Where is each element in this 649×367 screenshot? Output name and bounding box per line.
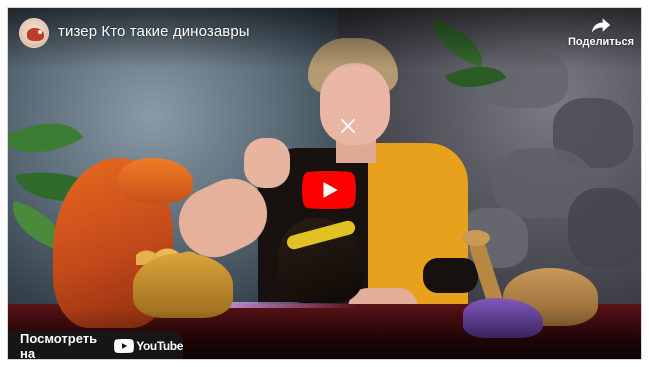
share-button[interactable]: Поделиться [566, 16, 636, 60]
video-title[interactable]: тизер Кто такие динозавры [58, 23, 250, 40]
youtube-logo: YouTube [114, 339, 183, 353]
youtube-wordmark: YouTube [136, 339, 183, 353]
watch-on-youtube-button[interactable]: Посмотреть на YouTube [8, 331, 183, 360]
avatar-eye [38, 30, 42, 34]
presenter-hand [244, 138, 290, 188]
channel-avatar[interactable] [19, 18, 49, 48]
toy-trex-head [118, 158, 193, 203]
share-label: Поделиться [567, 36, 635, 48]
toy-brachiosaurus-head [462, 230, 490, 246]
presenter-sleeve [423, 258, 478, 293]
youtube-play-icon[interactable] [302, 171, 356, 209]
rock [568, 188, 641, 268]
watch-on-label: Посмотреть на [20, 331, 98, 360]
share-arrow-icon [591, 18, 611, 33]
close-icon[interactable] [338, 116, 358, 136]
video-embed-player[interactable]: тизер Кто такие динозавры Поделиться Пос… [7, 7, 642, 360]
youtube-logo-icon [114, 339, 135, 353]
